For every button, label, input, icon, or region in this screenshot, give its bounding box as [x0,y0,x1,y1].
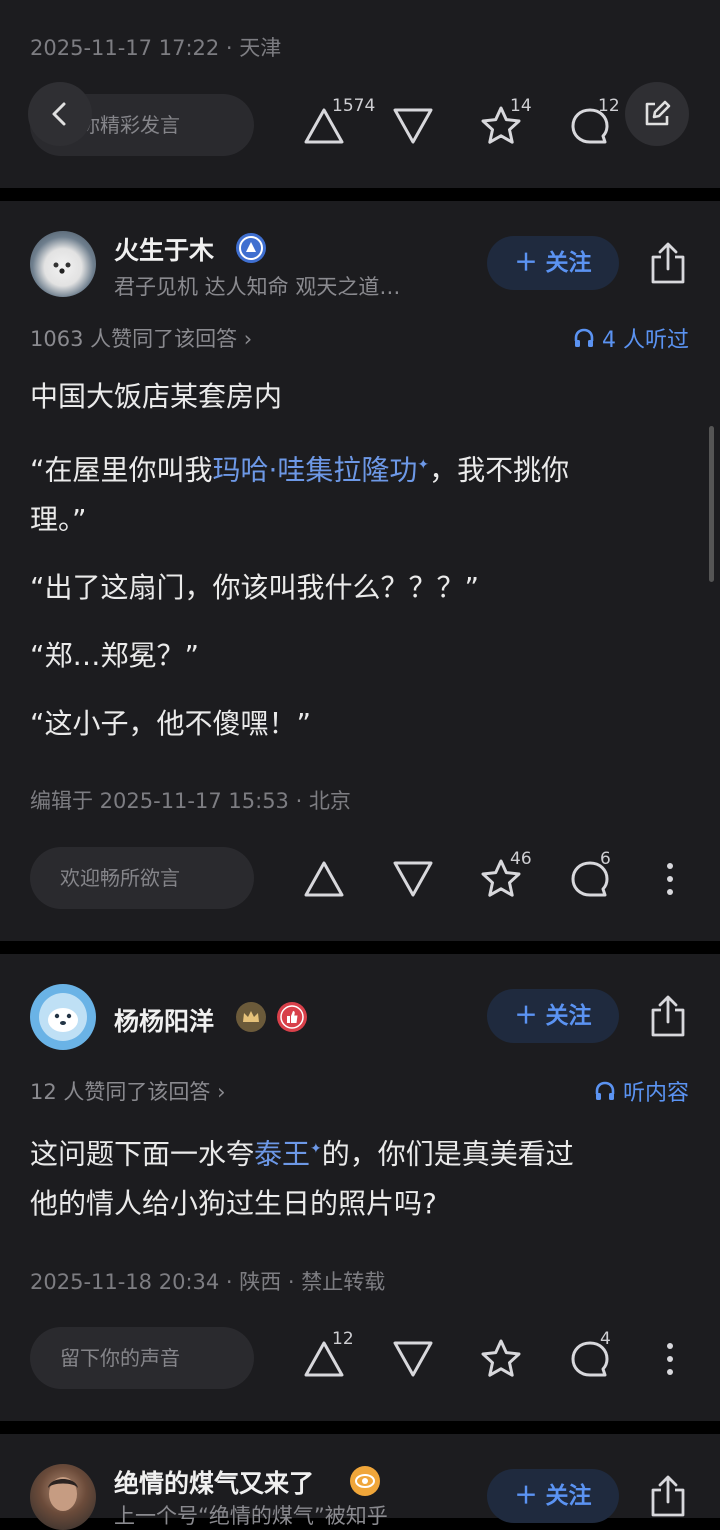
body-line: 这问题下面一水夸泰王✦的，你们是真美看过 [30,1137,574,1171]
answer-body[interactable]: 这问题下面一水夸泰王✦的，你们是真美看过 他的情人给小狗过生日的照片吗? [30,1124,680,1229]
downvote-button[interactable] [391,104,439,152]
sparkle-icon: ✦ [310,1141,322,1157]
headphones-icon [595,1081,615,1100]
follow-label: 关注 [545,1003,592,1029]
body-line: 他的情人给小狗过生日的照片吗? [30,1187,437,1221]
answer-meta: 2025-11-17 17:22 · 天津 [30,36,282,60]
body-line: “这小子，他不傻嘿！” [30,707,312,741]
author-bio: 君子见机 达人知命 观天之道… [114,275,401,299]
answer-card: 绝情的煤气又来了 上一个号“绝情的煤气”被知乎 ＋ 关注 [0,1434,720,1530]
bear-avatar-image [39,993,87,1041]
author-name[interactable]: 杨杨阳洋 [114,1002,214,1038]
comment-input[interactable]: 欢迎畅所欲言 [30,847,254,909]
sparkle-icon: ✦ [417,457,430,473]
answer-meta: 编辑于 2025-11-17 15:53 · 北京 [30,789,351,813]
avatar[interactable] [30,1464,96,1530]
answer-body[interactable]: 中国大饭店某套房内 “在屋里你叫我玛哈·哇集拉隆功✦，我不挑你 理。” “出了这… [30,372,680,749]
agree-count-link[interactable]: 12 人赞同了该回答 › [30,1076,225,1106]
star-icon [481,1339,521,1377]
follow-button[interactable]: ＋ 关注 [487,989,619,1043]
favorite-button[interactable] [479,1337,527,1385]
share-button[interactable] [648,241,688,285]
share-icon [651,995,685,1037]
listen-count[interactable]: 4 人听过 [572,322,689,354]
share-icon [651,242,685,284]
body-line: “在屋里你叫我玛哈·哇集拉隆功✦，我不挑你 [30,453,570,487]
crown-badge-icon [236,1002,266,1032]
topic-link[interactable]: 泰王 [254,1137,310,1170]
favorite-count: 46 [510,849,532,869]
listen-text: 听内容 [622,1081,689,1106]
answer-card: 杨杨阳洋 ＋ 关注 12 人赞同了该回答 › 听内容 这问题下面一水夸泰王✦的，… [0,954,720,1421]
listen-button[interactable]: 听内容 [593,1075,689,1107]
action-bar: 说你精彩发言 1574 14 12 [0,94,720,158]
upvote-count: 1574 [332,96,376,116]
write-answer-button[interactable] [625,82,689,146]
follow-label: 关注 [545,1483,592,1509]
downvote-icon [393,108,433,144]
agree-count-link[interactable]: 1063 人赞同了该回答 › [30,323,252,353]
more-button[interactable] [648,1337,696,1385]
more-vertical-icon [667,1343,673,1375]
author-bio: 上一个号“绝情的煤气”被知乎 [114,1504,388,1528]
body-line: “出了这扇门，你该叫我什么？？？” [30,571,480,605]
follow-button[interactable]: ＋ 关注 [487,236,619,290]
body-line: 中国大饭店某套房内 [30,380,283,413]
listen-text: 4 人听过 [602,328,689,353]
verified-badge-icon [236,233,266,263]
upvote-count: 12 [332,1329,354,1349]
topic-link[interactable]: 玛哈·哇集拉隆功 [213,453,418,486]
plus-icon: ＋ [514,250,538,276]
thumb-badge-icon [277,1002,307,1032]
downvote-icon [393,1341,433,1377]
headphones-icon [574,328,594,347]
action-bar: 留下你的声音 12 4 [0,1327,720,1391]
eye-badge-icon [350,1466,380,1496]
dog-avatar-image [53,262,71,274]
downvote-button[interactable] [391,1337,439,1385]
plus-icon: ＋ [514,1483,538,1509]
answer-card: 火生于木 君子见机 达人知命 观天之道… ＋ 关注 1063 人赞同了该回答 ›… [0,201,720,941]
share-icon [651,1475,685,1517]
comment-count: 4 [600,1329,611,1349]
avatar[interactable] [30,984,96,1050]
chevron-left-icon [52,102,66,126]
action-bar: 欢迎畅所欲言 46 6 [0,847,720,911]
person-avatar-image [48,1477,78,1511]
avatar[interactable] [30,231,96,297]
follow-button[interactable]: ＋ 关注 [487,1469,619,1523]
downvote-icon [393,861,433,897]
share-button[interactable] [648,1474,688,1518]
body-line: 理。” [30,503,87,537]
back-button[interactable] [28,82,92,146]
upvote-button[interactable] [302,857,350,905]
answer-card-previous: 2025-11-17 17:22 · 天津 说你精彩发言 1574 14 12 [0,0,720,188]
comment-count: 6 [600,849,611,869]
scrollbar[interactable] [709,426,714,582]
author-name[interactable]: 火生于木 [114,231,214,267]
author-name[interactable]: 绝情的煤气又来了 [114,1464,314,1500]
upvote-icon [304,861,344,897]
more-button[interactable] [648,857,696,905]
body-line: “郑…郑冕？” [30,639,200,673]
more-vertical-icon [667,863,673,895]
answer-meta: 2025-11-18 20:34 · 陕西 · 禁止转载 [30,1270,386,1294]
comment-input[interactable]: 留下你的声音 [30,1327,254,1389]
comment-count: 12 [598,96,620,116]
plus-icon: ＋ [514,1003,538,1029]
favorite-count: 14 [510,96,532,116]
follow-label: 关注 [545,250,592,276]
downvote-button[interactable] [391,857,439,905]
edit-icon [645,100,671,126]
share-button[interactable] [648,994,688,1038]
